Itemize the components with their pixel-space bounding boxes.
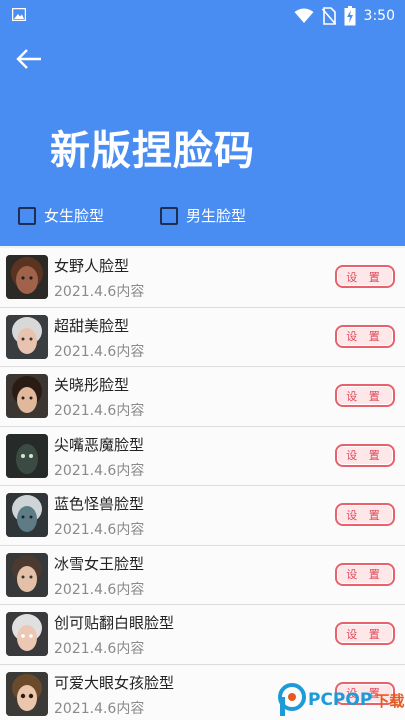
item-name: 可爱大眼女孩脸型 [54, 673, 175, 692]
avatar [6, 552, 48, 597]
checkbox-female[interactable] [18, 206, 36, 225]
avatar [6, 433, 48, 478]
item-name: 关晓彤脸型 [54, 376, 130, 394]
list-item: 关晓彤脸型 2021.4.6内容 设 置 [0, 367, 405, 427]
list-item: 创可贴翻白眼脸型 2021.4.6内容 设 置 [0, 605, 405, 665]
item-date: 2021.4.6内容 [54, 343, 145, 360]
item-name: 冰雪女王脸型 [54, 554, 145, 573]
avatar [6, 612, 48, 656]
filter-male-label: 男生脸型 [186, 207, 247, 225]
set-button[interactable]: 设 置 [335, 384, 395, 407]
item-date: 2021.4.6内容 [54, 284, 145, 300]
avatar [6, 493, 48, 537]
wifi-icon [294, 8, 314, 23]
item-date: 2021.4.6内容 [54, 581, 145, 598]
no-sim-icon [321, 7, 336, 25]
header: 3:50 新版捏脸码 女生脸型 男生脸型 [0, 0, 405, 246]
avatar [6, 671, 48, 716]
list-item: 女野人脸型 2021.4.6内容 设 置 [0, 248, 405, 308]
watermark-suffix: 下载 [374, 691, 405, 710]
list-item: 尖嘴恶魔脸型 2021.4.6内容 设 置 [0, 426, 405, 486]
watermark-text: PCPOP [308, 690, 373, 710]
item-name: 创可贴翻白眼脸型 [54, 614, 175, 632]
list-item: 冰雪女王脸型 2021.4.6内容 设 置 [0, 545, 405, 605]
avatar [6, 314, 48, 359]
checkbox-male[interactable] [160, 206, 178, 225]
item-date: 2021.4.6内容 [54, 522, 145, 538]
filter-female-face[interactable]: 女生脸型 [18, 205, 104, 226]
set-button[interactable]: 设 置 [335, 443, 395, 467]
page-title: 新版捏脸码 [50, 128, 255, 174]
status-icons: 3:50 [294, 6, 395, 26]
list-item: 蓝色怪兽脸型 2021.4.6内容 设 置 [0, 486, 405, 546]
avatar [6, 374, 48, 418]
status-bar: 3:50 [0, 0, 405, 30]
set-button[interactable]: 设 置 [335, 622, 395, 645]
item-date: 2021.4.6内容 [54, 641, 145, 657]
status-time: 3:50 [363, 8, 395, 24]
item-name: 尖嘴恶魔脸型 [54, 435, 145, 454]
filter-female-label: 女生脸型 [44, 207, 105, 225]
battery-charging-icon [344, 6, 356, 26]
set-button[interactable]: 设 置 [335, 324, 395, 348]
app-screen: 3:50 新版捏脸码 女生脸型 男生脸型 女野人脸型 2021.4.6内容 设 … [0, 0, 405, 720]
set-button[interactable]: 设 置 [335, 562, 395, 586]
item-date: 2021.4.6内容 [54, 462, 145, 479]
set-button[interactable]: 设 置 [335, 265, 395, 288]
item-date: 2021.4.6内容 [54, 403, 145, 419]
set-button[interactable]: 设 置 [335, 503, 395, 526]
item-date: 2021.4.6内容 [54, 700, 145, 717]
item-name: 蓝色怪兽脸型 [54, 495, 145, 513]
image-notification-icon [12, 8, 26, 21]
pcpop-logo-icon [278, 683, 306, 716]
item-name: 女野人脸型 [54, 257, 130, 275]
back-arrow-icon[interactable] [14, 44, 44, 74]
avatar [6, 255, 48, 299]
filter-male-face[interactable]: 男生脸型 [160, 205, 246, 226]
item-name: 超甜美脸型 [54, 316, 130, 335]
face-code-list: 女野人脸型 2021.4.6内容 设 置 超甜美脸型 2021.4.6内容 设 … [0, 248, 405, 720]
list-item: 超甜美脸型 2021.4.6内容 设 置 [0, 307, 405, 367]
watermark: PCPOP 下载 [278, 680, 405, 720]
